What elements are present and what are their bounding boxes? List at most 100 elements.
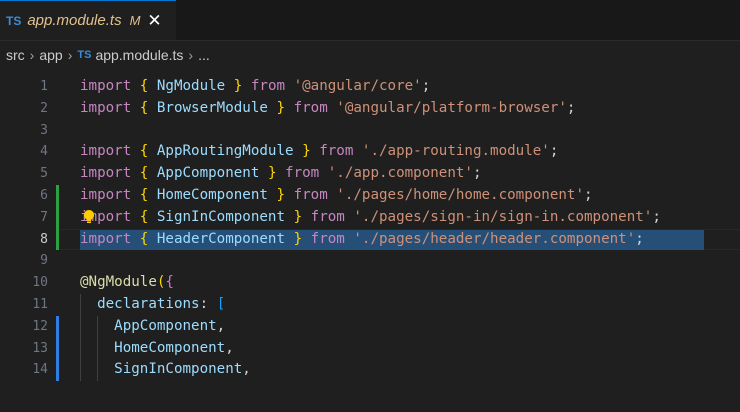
code-token: import — [80, 78, 132, 94]
code-token: ; — [635, 230, 644, 247]
code-token: import — [80, 143, 132, 160]
code-token: ; — [549, 143, 559, 160]
code-token: './pages/sign-in/sign-in.component' — [353, 208, 653, 225]
code-token: } — [293, 208, 303, 225]
added-line-marker[interactable] — [56, 206, 59, 229]
code-text: import { HomeComponent } from './pages/h… — [80, 185, 593, 207]
chevron-right-icon: › — [188, 46, 194, 63]
code-token: ; — [584, 186, 593, 203]
line-number: 8 — [40, 231, 48, 247]
modified-line-marker[interactable] — [56, 315, 59, 338]
code-text: import { NgModule } from '@angular/core'… — [80, 76, 430, 98]
breadcrumb-item-app[interactable]: app — [39, 47, 62, 63]
code-token: , — [242, 361, 251, 378]
code-token: , — [216, 317, 226, 334]
code-token: './app-routing.module' — [361, 143, 550, 160]
line-number: 5 — [40, 166, 48, 182]
line-number: 6 — [40, 187, 48, 203]
lightbulb-icon[interactable] — [82, 209, 96, 225]
modified-indicator: M — [129, 13, 141, 28]
code-token: } — [276, 186, 286, 203]
code-token: HeaderComponent — [156, 230, 286, 247]
modified-line-marker[interactable] — [56, 337, 59, 360]
code-token: HomeComponent — [156, 186, 268, 203]
added-line-marker[interactable] — [56, 228, 59, 251]
tab-bar: TS app.module.ts M ✕ — [0, 0, 740, 41]
code-line[interactable]: 1 import { NgModule } from '@angular/core… — [0, 76, 740, 98]
code-text: AppComponent, — [80, 316, 225, 338]
code-line[interactable]: 5 import { AppComponent } from './app.com… — [0, 163, 740, 185]
code-line[interactable]: 10 @NgModule({ — [0, 272, 740, 294]
added-line-marker[interactable] — [56, 184, 59, 207]
code-line[interactable]: 7 import { SignInComponent } from './page… — [0, 206, 740, 229]
typescript-icon: TS — [77, 48, 92, 61]
code-text: HomeComponent, — [80, 338, 234, 360]
code-line[interactable]: 4 import { AppRoutingModule } from './app… — [0, 141, 740, 163]
breadcrumb-item-symbols[interactable]: ... — [198, 47, 210, 63]
code-token: { — [165, 274, 174, 291]
line-number: 12 — [32, 318, 48, 334]
line-number: 4 — [40, 144, 48, 160]
line-number: 1 — [40, 79, 48, 94]
code-editor[interactable]: 1 import { NgModule } from '@angular/core… — [0, 76, 740, 382]
code-line[interactable]: 3 — [0, 120, 740, 142]
code-line[interactable]: 12 AppComponent, — [0, 315, 740, 338]
code-text: import { SignInComponent } from './pages… — [80, 207, 661, 229]
tab-title: app.module.ts — [27, 12, 122, 29]
code-token: import — [80, 186, 132, 203]
code-token: } — [302, 143, 311, 160]
code-token: './app.component' — [327, 165, 473, 182]
chevron-right-icon: › — [67, 46, 73, 63]
code-line[interactable]: 9 — [0, 250, 740, 272]
line-number: 13 — [32, 340, 48, 356]
code-line[interactable]: 11 declarations: [ — [0, 293, 740, 316]
code-text: SignInComponent, — [80, 359, 251, 381]
code-line[interactable]: 2 import { BrowserModule } from '@angular… — [0, 98, 740, 120]
breadcrumb-item-src[interactable]: src — [6, 47, 25, 63]
line-number: 3 — [40, 122, 48, 138]
line-number: 11 — [32, 296, 48, 312]
code-text: import { AppComponent } from './app.comp… — [80, 163, 482, 185]
code-text: declarations: [ — [80, 294, 225, 316]
tab-app-module[interactable]: TS app.module.ts M ✕ — [0, 0, 176, 40]
code-token: @NgModule — [80, 274, 157, 291]
code-token: import — [80, 230, 132, 247]
code-token: } — [293, 230, 303, 247]
code-token: from — [293, 99, 328, 116]
code-token: BrowserModule — [156, 99, 268, 116]
code-line[interactable]: 14 SignInComponent, — [0, 359, 740, 382]
code-token: '@angular/platform-browser' — [336, 99, 567, 116]
breadcrumb-item-file[interactable]: app.module.ts — [95, 47, 183, 63]
code-token: '@angular/core' — [293, 78, 422, 94]
code-token: SignInComponent — [156, 208, 286, 225]
code-token: ; — [472, 165, 482, 182]
modified-line-marker[interactable] — [56, 359, 59, 382]
close-icon[interactable]: ✕ — [147, 12, 161, 29]
code-token: from — [319, 143, 354, 160]
code-token: [ — [216, 295, 226, 312]
code-line[interactable]: 6 import { HomeComponent } from './pages/… — [0, 184, 740, 207]
code-token: declarations — [97, 295, 200, 312]
code-line[interactable]: 8 import { HeaderComponent } from './page… — [0, 228, 740, 251]
line-number: 14 — [32, 362, 48, 378]
code-token: SignInComponent — [114, 361, 243, 378]
code-line[interactable]: 13 HomeComponent, — [0, 337, 740, 360]
